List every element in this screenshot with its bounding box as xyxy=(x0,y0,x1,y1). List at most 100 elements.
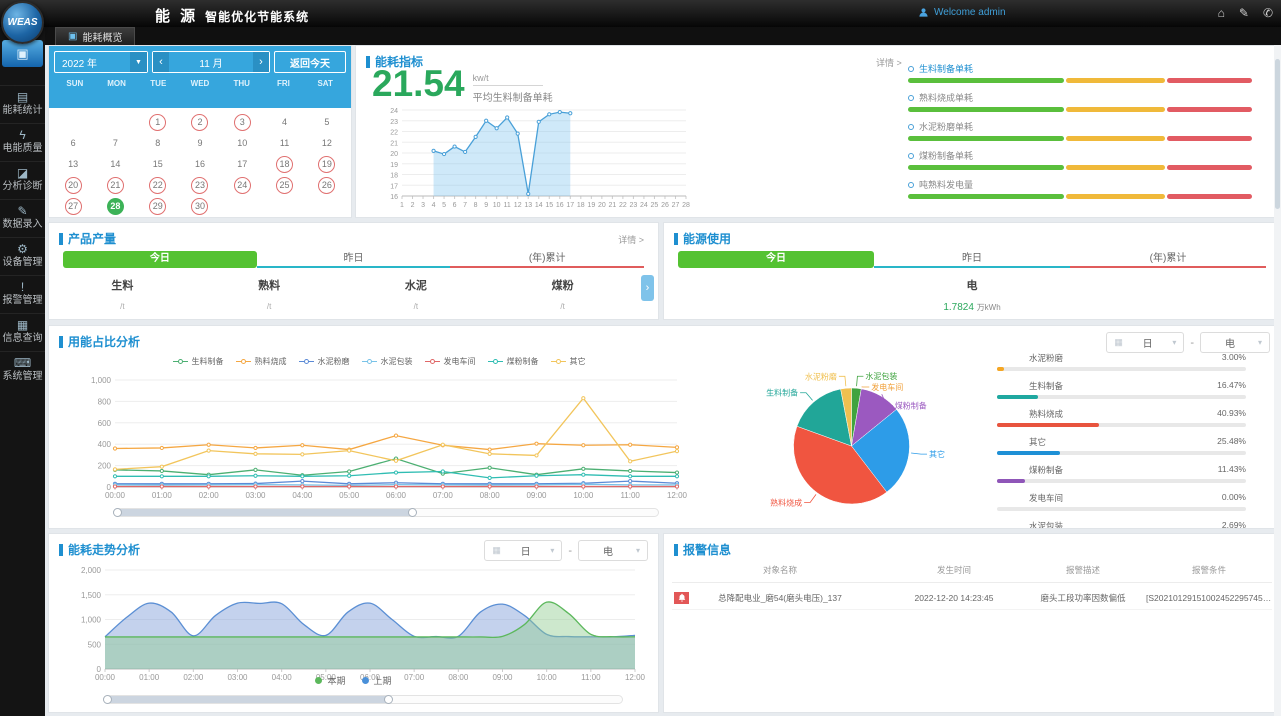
calendar-day[interactable]: 17 xyxy=(234,156,251,173)
calendar-day[interactable]: 7 xyxy=(107,135,124,152)
trend-datazoom-slider[interactable] xyxy=(103,695,623,704)
carousel-next-icon[interactable]: › xyxy=(641,275,654,301)
indicator-item[interactable]: 吨熟料发电量 xyxy=(908,178,1252,199)
calendar-day[interactable]: 15 xyxy=(149,156,166,173)
svg-text:22: 22 xyxy=(619,202,627,209)
calendar-day[interactable]: 2 xyxy=(191,114,208,131)
ratio-datazoom-slider[interactable] xyxy=(113,508,659,517)
calendar-day[interactable]: 1 xyxy=(149,114,166,131)
calendar-day[interactable]: 11 xyxy=(276,135,293,152)
legend-item[interactable]: 生料制备 xyxy=(173,356,224,367)
legend-item[interactable]: 其它 xyxy=(551,356,586,367)
calendar-day[interactable]: 23 xyxy=(191,177,208,194)
prev-month-button[interactable]: ‹ xyxy=(153,52,169,72)
calendar-day[interactable]: 12 xyxy=(318,135,335,152)
product-tab-0[interactable]: 今日 xyxy=(63,251,257,268)
calendar-day[interactable]: 24 xyxy=(234,177,251,194)
trend-legend-item[interactable]: 本期 xyxy=(315,674,345,687)
svg-text:04:00: 04:00 xyxy=(292,491,313,500)
energy-use-tab-2[interactable]: (年)累计 xyxy=(1070,251,1266,268)
calendar-day[interactable]: 9 xyxy=(191,135,208,152)
datazoom-handle-left[interactable] xyxy=(113,508,122,517)
calendar-day[interactable]: 27 xyxy=(65,198,82,215)
svg-text:16: 16 xyxy=(390,194,398,201)
datazoom-selected-range[interactable] xyxy=(104,696,389,703)
datazoom-handle-left[interactable] xyxy=(103,695,112,704)
datazoom-handle-right[interactable] xyxy=(384,695,393,704)
calendar-day[interactable]: 30 xyxy=(191,198,208,215)
calendar-day[interactable]: 29 xyxy=(149,198,166,215)
trend-legend-item[interactable]: 上期 xyxy=(362,674,392,687)
calendar-day[interactable]: 14 xyxy=(107,156,124,173)
indicator-item[interactable]: 煤粉制备单耗 xyxy=(908,149,1252,170)
next-month-button[interactable]: › xyxy=(253,52,269,72)
calendar-day[interactable]: 28 xyxy=(107,198,124,215)
tab-energy-overview[interactable]: ▣ 能耗概览 xyxy=(55,27,135,45)
legend-item[interactable]: 煤粉制备 xyxy=(488,356,539,367)
calendar-day[interactable]: 25 xyxy=(276,177,293,194)
page-scrollbar[interactable] xyxy=(1274,45,1281,716)
indicator-item[interactable]: 水泥粉磨单耗 xyxy=(908,120,1252,141)
calendar-day[interactable]: 26 xyxy=(318,177,335,194)
energy-use-tab-1[interactable]: 昨日 xyxy=(874,251,1070,268)
ranking-row: 水泥粉磨3.00% xyxy=(997,352,1246,371)
period-select[interactable]: ▦ 日 ▾ xyxy=(1106,332,1184,353)
scrollbar-thumb[interactable] xyxy=(1275,59,1280,209)
period-select[interactable]: ▦ 日 ▾ xyxy=(484,540,562,561)
indicator-range-bar xyxy=(908,136,1252,141)
sidebar-item-label: 能耗统计 xyxy=(3,105,43,116)
legend-item[interactable]: 水泥粉磨 xyxy=(299,356,350,367)
calendar-day[interactable]: 22 xyxy=(149,177,166,194)
product-tab-2[interactable]: (年)累计 xyxy=(450,251,644,268)
sidebar-item-system-mgmt[interactable]: ⌨系统管理 xyxy=(0,351,45,389)
day-header: MON xyxy=(96,79,138,88)
datazoom-selected-range[interactable] xyxy=(114,509,413,516)
legend-item[interactable]: 水泥包装 xyxy=(362,356,413,367)
legend-item[interactable]: 发电车间 xyxy=(425,356,476,367)
legend-item[interactable]: 熟料烧成 xyxy=(236,356,287,367)
sidebar-item-energy-stats[interactable]: ▤能耗统计 xyxy=(0,85,45,123)
svg-text:24: 24 xyxy=(640,202,648,209)
year-select[interactable]: 2022 年 ▼ xyxy=(54,51,148,73)
indicator-item[interactable]: 生料制备单耗 xyxy=(908,62,1252,83)
calendar-day[interactable]: 16 xyxy=(191,156,208,173)
user-menu[interactable]: Welcome admin xyxy=(918,7,1006,18)
sidebar-item-analysis-diagnosis[interactable]: ◪分析诊断 xyxy=(0,161,45,199)
datazoom-handle-right[interactable] xyxy=(408,508,417,517)
calendar-day[interactable]: 18 xyxy=(276,156,293,173)
product-detail-link[interactable]: 详情 > xyxy=(618,233,644,246)
indicator-range-bar xyxy=(908,107,1252,112)
home-icon[interactable]: ⌂ xyxy=(1218,6,1225,20)
energy-use-tab-0[interactable]: 今日 xyxy=(678,251,874,268)
ranking-percent: 3.00% xyxy=(1222,352,1246,364)
chevron-down-icon: ▾ xyxy=(636,546,640,555)
calendar-day[interactable]: 6 xyxy=(65,135,82,152)
sidebar-item-info-query[interactable]: ▦信息查询 xyxy=(0,313,45,351)
calendar-day[interactable]: 21 xyxy=(107,177,124,194)
product-tab-1[interactable]: 昨日 xyxy=(257,251,451,268)
circle-marker-icon xyxy=(908,124,914,130)
sidebar-item-overview-active[interactable]: ▣ xyxy=(2,40,43,67)
indicator-detail-link[interactable]: 详情 > xyxy=(876,56,902,69)
calendar-day[interactable]: 13 xyxy=(65,156,82,173)
energy-type-select[interactable]: 电 ▾ xyxy=(578,540,648,561)
calendar-day[interactable]: 19 xyxy=(318,156,335,173)
calendar-day[interactable]: 20 xyxy=(65,177,82,194)
calendar-day[interactable]: 8 xyxy=(149,135,166,152)
sidebar-item-alarm-mgmt[interactable]: !报警管理 xyxy=(0,275,45,313)
ranking-percent: 2.69% xyxy=(1222,520,1246,529)
sidebar-item-power-quality[interactable]: ϟ电能质量 xyxy=(0,123,45,161)
sidebar-item-device-mgmt[interactable]: ⚙设备管理 xyxy=(0,237,45,275)
today-button[interactable]: 返回今天 xyxy=(274,51,346,73)
calendar-day[interactable]: 10 xyxy=(234,135,251,152)
energy-type-label: 电 xyxy=(664,277,1280,293)
calendar-day[interactable]: 5 xyxy=(318,114,335,131)
sidebar-item-data-entry[interactable]: ✎数据录入 xyxy=(0,199,45,237)
indicator-item[interactable]: 熟料烧成单耗 xyxy=(908,91,1252,112)
edit-icon[interactable]: ✎ xyxy=(1239,6,1249,20)
ranking-bar-track xyxy=(997,479,1246,483)
energy-type-select[interactable]: 电 ▾ xyxy=(1200,332,1270,353)
calendar-day[interactable]: 4 xyxy=(276,114,293,131)
phone-icon[interactable]: ✆ xyxy=(1263,6,1273,20)
calendar-day[interactable]: 3 xyxy=(234,114,251,131)
